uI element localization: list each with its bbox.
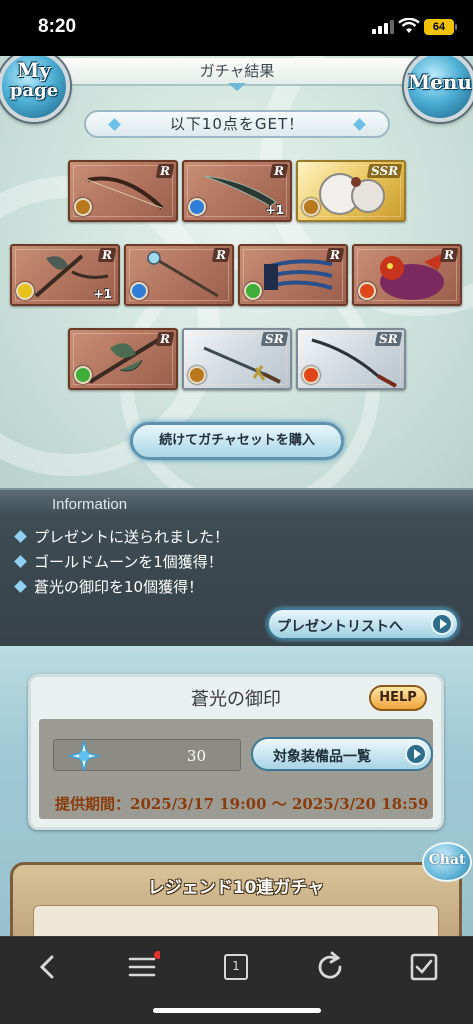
- help-button[interactable]: HELP: [369, 685, 427, 711]
- home-indicator: [153, 1008, 321, 1013]
- earth-element-icon: [74, 198, 92, 216]
- item-card-summon-beast[interactable]: R: [352, 244, 462, 306]
- arrow-right-icon: [405, 743, 427, 765]
- get-banner-text: 以下10点をGET！: [169, 115, 305, 133]
- rarity-badge: SR: [375, 332, 403, 346]
- item-card-summon-orb[interactable]: SSR: [296, 160, 406, 222]
- menu-list-icon[interactable]: [124, 949, 160, 985]
- rarity-badge: R: [155, 164, 175, 178]
- my-page-button[interactable]: My page: [0, 56, 70, 122]
- buy-gacha-set-button[interactable]: 続けてガチャセットを購入: [130, 422, 344, 460]
- seal-count-box: 30: [53, 739, 241, 772]
- item-card-bow[interactable]: R: [68, 160, 178, 222]
- fire-element-icon: [358, 282, 376, 300]
- diamond-icon: [14, 530, 27, 543]
- wifi-icon: [398, 18, 420, 33]
- rarity-badge: R: [269, 164, 289, 178]
- fire-element-icon: [302, 366, 320, 384]
- menu-label: Menu: [408, 70, 472, 94]
- lower-page: 蒼光の御印 HELP 30 対象装備品一覧 提供期間：2025/3/17 19:…: [0, 646, 473, 936]
- offer-period: 提供期間：2025/3/17 19:00 〜 2025/3/20 18:59: [55, 795, 429, 813]
- seal-count: 30: [186, 747, 206, 765]
- rarity-badge: R: [155, 332, 175, 346]
- information-heading: Information: [52, 496, 128, 513]
- reload-icon[interactable]: [312, 949, 348, 985]
- title-bar: ガチャ結果: [52, 58, 422, 91]
- checkbox-icon[interactable]: [406, 949, 442, 985]
- seal-panel: 蒼光の御印 HELP 30 対象装備品一覧 提供期間：2025/3/17 19:…: [28, 674, 444, 830]
- legend-gacha-banner[interactable]: レジェンド10連ガチャ: [10, 862, 462, 936]
- item-card-great-axe[interactable]: R: [68, 328, 178, 390]
- rarity-badge: R: [97, 248, 117, 262]
- arrow-right-icon: [431, 613, 453, 635]
- item-card-axe[interactable]: R +1: [10, 244, 120, 306]
- chat-button[interactable]: Chat: [422, 842, 472, 882]
- earth-element-icon: [188, 366, 206, 384]
- rarity-badge: R: [325, 248, 345, 262]
- my-page-label-1: My: [17, 58, 51, 82]
- info-line: プレゼントに送られました！: [34, 528, 230, 546]
- rarity-badge: R: [211, 248, 231, 262]
- cellular-signal-icon: [372, 20, 394, 34]
- plus-bonus: +1: [93, 287, 112, 301]
- tabs-count: 1: [224, 954, 248, 980]
- target-equipment-list-label: 対象装備品一覧: [273, 749, 371, 765]
- present-list-button[interactable]: プレゼントリストへ: [267, 608, 459, 640]
- my-page-label-2: page: [9, 80, 59, 101]
- rarity-badge: SSR: [366, 164, 403, 178]
- rarity-badge: R: [439, 248, 459, 262]
- status-bar: 8:20 64: [0, 0, 473, 56]
- item-card-sword[interactable]: SR: [182, 328, 292, 390]
- page-title: ガチャ結果: [199, 62, 275, 80]
- diamond-icon: [14, 580, 27, 593]
- earth-element-icon: [302, 198, 320, 216]
- info-line: ゴールドムーンを1個獲得！: [34, 553, 223, 571]
- plus-bonus: +1: [265, 203, 284, 217]
- blue-seal-icon: [68, 740, 100, 772]
- clock: 8:20: [38, 16, 77, 37]
- light-element-icon: [16, 282, 34, 300]
- target-equipment-list-button[interactable]: 対象装備品一覧: [251, 737, 433, 771]
- diamond-icon: [108, 118, 121, 131]
- menu-button[interactable]: Menu: [404, 56, 473, 122]
- battery-icon: 64: [424, 19, 457, 35]
- get-banner: 以下10点をGET！: [84, 110, 390, 138]
- diamond-icon: [14, 555, 27, 568]
- item-card-staff[interactable]: R: [124, 244, 234, 306]
- legend-gacha-title: レジェンド10連ガチャ: [147, 878, 325, 898]
- rarity-badge: SR: [261, 332, 289, 346]
- buy-gacha-set-label: 続けてガチャセットを購入: [159, 433, 315, 448]
- diamond-icon: [353, 118, 366, 131]
- wind-element-icon: [244, 282, 262, 300]
- information-panel: Information プレゼントに送られました！ ゴールドムーンを1個獲得！ …: [0, 488, 473, 646]
- dropdown-triangle-icon: [228, 83, 246, 91]
- item-card-claw[interactable]: R: [238, 244, 348, 306]
- present-list-label: プレゼントリストへ: [277, 619, 403, 635]
- info-line: 蒼光の御印を10個獲得！: [34, 578, 204, 596]
- water-element-icon: [188, 198, 206, 216]
- wind-element-icon: [74, 366, 92, 384]
- chat-label: Chat: [428, 852, 466, 868]
- item-card-dagger[interactable]: R +1: [182, 160, 292, 222]
- item-card-katana[interactable]: SR: [296, 328, 406, 390]
- water-element-icon: [130, 282, 148, 300]
- seal-details: 30 対象装備品一覧 提供期間：2025/3/17 19:00 〜 2025/3…: [39, 719, 433, 819]
- tabs-button[interactable]: 1: [218, 949, 254, 985]
- back-icon[interactable]: [30, 949, 66, 985]
- gacha-result-screen: ガチャ結果 My page Menu 以下10点をGET！ R R +1 SSR…: [0, 56, 473, 488]
